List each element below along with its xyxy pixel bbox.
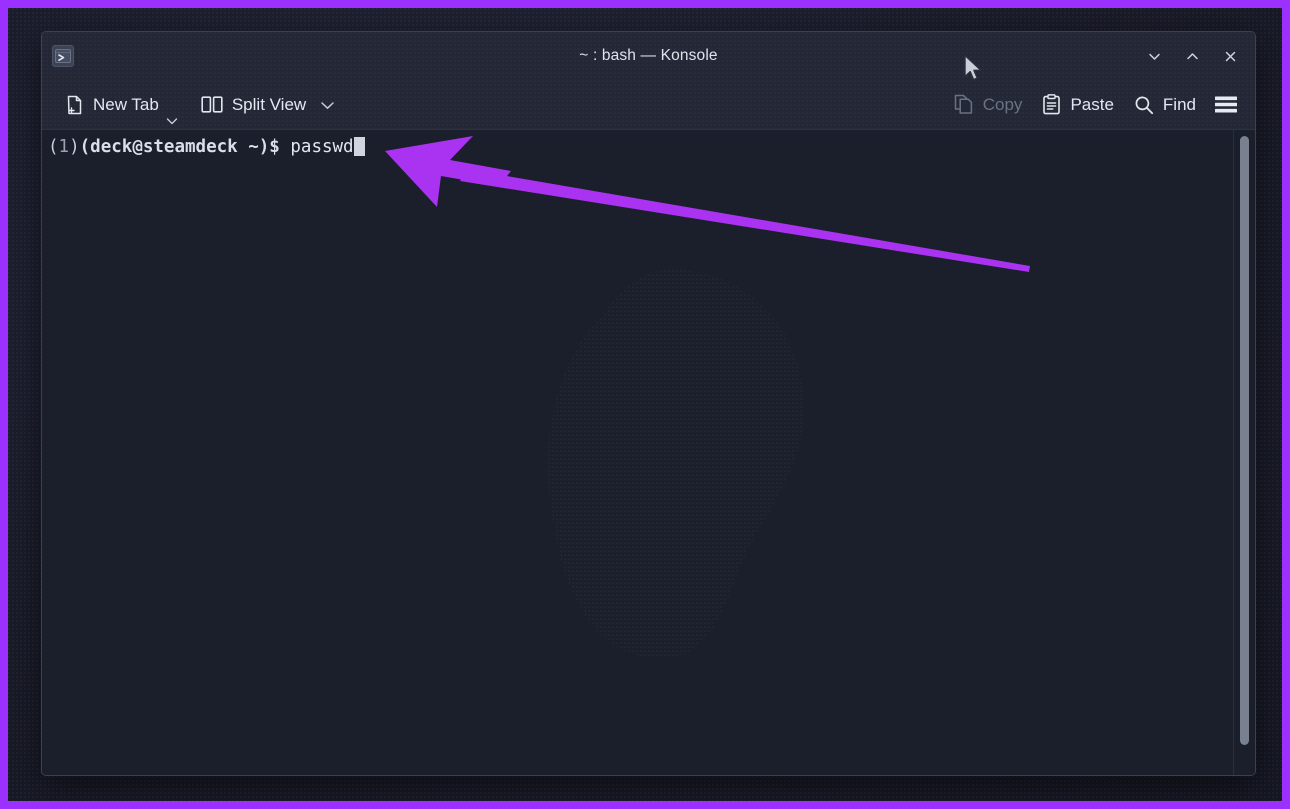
find-label: Find [1162, 94, 1196, 114]
new-tab-icon [65, 95, 84, 115]
terminal-command: passwd [290, 137, 354, 157]
terminal-scrollbar[interactable] [1233, 130, 1255, 775]
konsole-window: ~ : bash — Konsole New Tab Split View Co… [41, 31, 1256, 776]
terminal-scrollbar-thumb[interactable] [1240, 136, 1249, 745]
new-tab-button[interactable]: New Tab [56, 89, 168, 121]
screenshot-root: ~ : bash — Konsole New Tab Split View Co… [0, 0, 1290, 809]
new-tab-group: New Tab [56, 89, 188, 124]
split-view-label: Split View [231, 94, 307, 114]
copy-button[interactable]: Copy [945, 88, 1032, 121]
prompt-close-paren: ) [69, 137, 80, 157]
search-icon [1134, 95, 1154, 115]
maximize-button[interactable] [1175, 41, 1209, 71]
prompt-open-paren: ( [48, 137, 59, 157]
copy-icon [954, 94, 974, 115]
split-view-chevron-down-icon[interactable] [315, 93, 340, 117]
new-tab-chevron-down-icon[interactable] [162, 114, 182, 128]
paste-label: Paste [1070, 94, 1114, 114]
terminal-area[interactable]: (1)(deck@steamdeck ~)$ passwd [42, 130, 1255, 775]
split-view-icon [201, 95, 223, 114]
konsole-terminal-icon [52, 45, 74, 67]
find-button[interactable]: Find [1125, 89, 1205, 121]
konsole-toolbar: New Tab Split View Copy Paste Find [42, 80, 1255, 130]
window-controls [1137, 41, 1247, 71]
split-view-button[interactable]: Split View [192, 89, 315, 121]
prompt-job-number: 1 [58, 137, 70, 157]
paste-button[interactable]: Paste [1033, 88, 1122, 121]
terminal-output: (1)(deck@steamdeck ~)$ passwd [42, 130, 1233, 775]
close-button[interactable] [1213, 41, 1247, 71]
window-titlebar[interactable]: ~ : bash — Konsole [42, 32, 1255, 80]
paste-icon [1042, 94, 1061, 115]
minimize-button[interactable] [1137, 41, 1171, 71]
new-tab-label: New Tab [93, 94, 159, 114]
window-title: ~ : bash — Konsole [579, 47, 718, 64]
copy-label: Copy [982, 94, 1023, 114]
hamburger-menu-icon[interactable] [1207, 88, 1245, 122]
terminal-block-cursor [353, 137, 365, 156]
prompt-host: (deck@steamdeck ~)$ [79, 137, 280, 157]
desktop-background: ~ : bash — Konsole New Tab Split View Co… [8, 8, 1282, 801]
toolbar-right-group: Copy Paste Find [945, 88, 1245, 122]
